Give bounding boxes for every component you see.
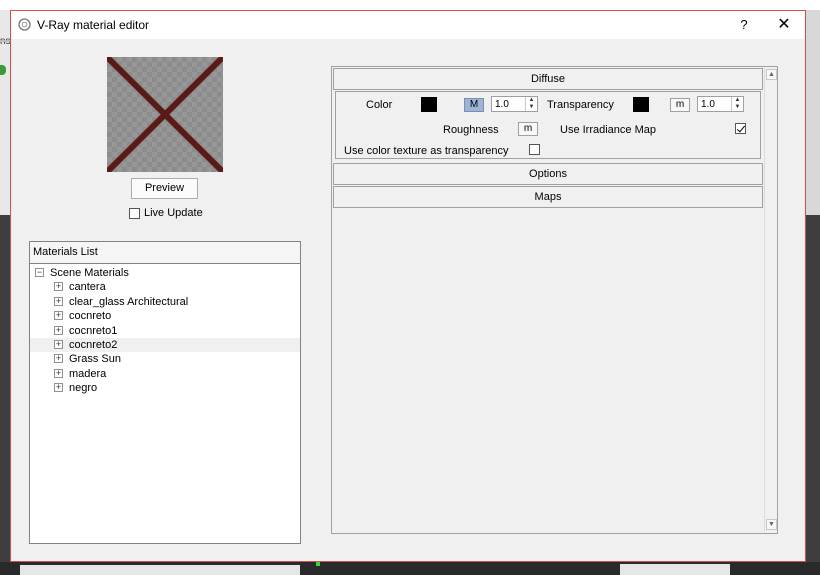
- expand-icon[interactable]: +: [54, 354, 63, 364]
- expand-icon[interactable]: +: [54, 311, 63, 321]
- background-app-left: ns: [0, 10, 11, 575]
- spin-down-icon[interactable]: ▼: [732, 104, 743, 111]
- list-item[interactable]: + clear_glass Architectural: [30, 295, 300, 309]
- irradiance-checkbox[interactable]: [735, 123, 746, 134]
- roughness-label: Roughness: [443, 124, 499, 136]
- background-app-right: [806, 10, 820, 575]
- roughness-map-button[interactable]: m: [518, 122, 538, 136]
- preview-swatch-image: [107, 57, 223, 172]
- collapse-icon[interactable]: −: [35, 268, 44, 277]
- list-item-label: cocnreto1: [69, 324, 118, 337]
- transparency-map-button[interactable]: m: [670, 98, 690, 112]
- list-item-label: cocnreto: [69, 310, 112, 323]
- list-item-label: Grass Sun: [69, 353, 121, 366]
- list-item[interactable]: + cocnreto: [30, 309, 300, 323]
- expand-icon[interactable]: +: [54, 368, 63, 378]
- title-bar[interactable]: V-Ray material editor ? ✕: [11, 11, 805, 39]
- color-label: Color: [366, 99, 393, 111]
- color-texture-label: Use color texture as transparency: [344, 145, 509, 157]
- live-update-checkbox[interactable]: [129, 207, 140, 219]
- list-item[interactable]: + Grass Sun: [30, 352, 300, 366]
- list-item-label: clear_glass Architectural: [69, 295, 189, 308]
- list-item[interactable]: + cocnreto1: [30, 324, 300, 338]
- tree-root-label: Scene Materials: [50, 267, 129, 279]
- transparency-amount-spinner[interactable]: 1.0 ▲ ▼: [697, 96, 744, 112]
- materials-list-panel: Materials List − Scene Materials + cante…: [29, 241, 301, 544]
- material-editor-window: V-Ray material editor ? ✕ Preview Live U…: [10, 10, 806, 562]
- background-app-bottom: [0, 562, 820, 575]
- color-texture-checkbox[interactable]: [529, 144, 540, 155]
- color-map-button[interactable]: M: [464, 98, 484, 112]
- color-amount-value: 1.0: [495, 99, 509, 110]
- window-title: V-Ray material editor: [37, 18, 150, 32]
- list-item-label: cantera: [69, 281, 106, 294]
- list-item[interactable]: + cantera: [30, 280, 300, 294]
- close-button[interactable]: ✕: [771, 14, 797, 36]
- properties-scrollbar[interactable]: ▲ ▼: [764, 68, 777, 532]
- transparency-label: Transparency: [547, 99, 614, 111]
- materials-tree[interactable]: − Scene Materials + cantera + clear_glas…: [30, 264, 300, 396]
- preview-button[interactable]: Preview: [131, 178, 198, 199]
- diffuse-rollout-body: Color M 1.0 ▲ ▼ Transparency m 1.0 ▲ ▼ Rou…: [335, 91, 761, 159]
- options-rollout-header[interactable]: Options: [333, 163, 763, 185]
- color-swatch[interactable]: [421, 97, 437, 112]
- expand-icon[interactable]: +: [54, 325, 63, 335]
- live-update-label: Live Update: [144, 207, 203, 220]
- expand-icon[interactable]: +: [54, 282, 63, 292]
- expand-icon[interactable]: +: [54, 383, 63, 393]
- tree-root-scene-materials[interactable]: − Scene Materials: [30, 266, 300, 280]
- transparency-swatch[interactable]: [633, 97, 649, 112]
- scroll-up-icon[interactable]: ▲: [766, 69, 777, 80]
- irradiance-label: Use Irradiance Map: [560, 124, 656, 136]
- material-preview: [107, 57, 223, 172]
- properties-panel: Diffuse Color M 1.0 ▲ ▼ Transparency m 1.…: [331, 66, 778, 534]
- green-status-icon: [0, 65, 6, 75]
- desktop-background: [0, 0, 820, 10]
- spin-up-icon[interactable]: ▲: [526, 97, 537, 104]
- transparency-amount-value: 1.0: [701, 99, 715, 110]
- maps-rollout-header[interactable]: Maps: [333, 186, 763, 208]
- live-update-option[interactable]: Live Update: [129, 207, 203, 221]
- list-item-label: negro: [69, 382, 98, 395]
- expand-icon[interactable]: +: [54, 339, 63, 349]
- color-amount-spinner[interactable]: 1.0 ▲ ▼: [491, 96, 538, 112]
- scroll-down-icon[interactable]: ▼: [766, 519, 777, 530]
- help-button[interactable]: ?: [733, 15, 755, 35]
- list-item[interactable]: + negro: [30, 381, 300, 395]
- list-item-label: cocnreto2: [69, 338, 118, 351]
- vray-logo-icon: [18, 18, 31, 31]
- expand-icon[interactable]: +: [54, 296, 63, 306]
- diffuse-rollout-header[interactable]: Diffuse: [333, 68, 763, 90]
- list-item[interactable]: + madera: [30, 367, 300, 381]
- list-item-selected[interactable]: + cocnreto2: [30, 337, 300, 353]
- spin-down-icon[interactable]: ▼: [526, 104, 537, 111]
- list-item-label: madera: [69, 367, 107, 380]
- spin-up-icon[interactable]: ▲: [732, 97, 743, 104]
- materials-list-header: Materials List: [30, 242, 300, 264]
